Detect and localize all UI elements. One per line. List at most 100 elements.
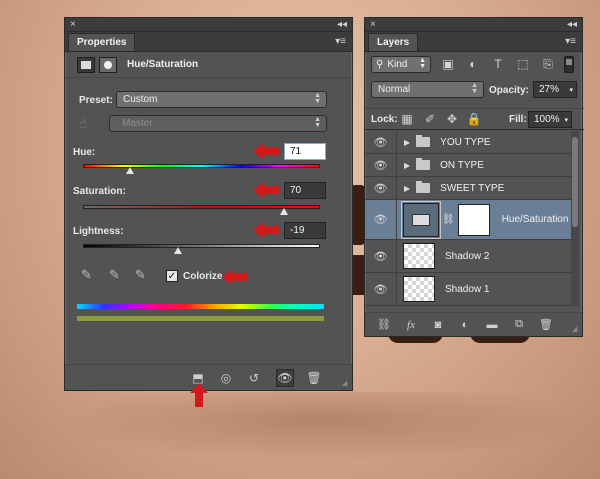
colorize-checkbox[interactable]: ✓ — [166, 270, 178, 282]
visibility-eye-icon[interactable]: 👁 — [276, 369, 294, 387]
tab-layers[interactable]: Layers — [368, 33, 419, 51]
select-arrows-icon: ▲ ▼ — [419, 56, 426, 70]
lightness-slider[interactable] — [83, 244, 320, 248]
add-mask-icon[interactable]: ◙ — [429, 317, 447, 333]
blend-mode-select[interactable]: Normal ▲ ▼ — [371, 81, 484, 98]
layers-scrollbar[interactable] — [571, 131, 579, 306]
annotation-arrow — [253, 222, 279, 238]
search-icon: ⚲ — [376, 58, 384, 70]
eyedropper-plus-icon[interactable]: ✎ — [109, 267, 125, 283]
visibility-eye-icon[interactable]: 👁 — [365, 154, 397, 176]
close-icon[interactable]: × — [70, 19, 76, 30]
pixel-filter-icon[interactable]: ▣ — [440, 56, 456, 72]
fill-value: 100% — [534, 114, 560, 125]
saturation-label: Saturation: — [73, 186, 126, 197]
layer-list: 👁 ▶ YOU TYPE 👁 ▶ ON TYPE 👁 ▶ SWEET TYPE … — [365, 131, 571, 306]
lightness-input[interactable]: -19 — [284, 222, 326, 239]
close-icon[interactable]: × — [370, 19, 376, 30]
trash-icon[interactable]: 🗑 — [537, 317, 555, 333]
visibility-eye-icon[interactable]: 👁 — [365, 273, 397, 305]
collapse-icon[interactable]: ◂◂ — [337, 19, 347, 30]
layer-mask-thumbnail[interactable] — [457, 203, 490, 236]
new-layer-icon[interactable]: ⧉ — [510, 317, 528, 333]
reset-icon[interactable]: ↺ — [245, 369, 263, 387]
hue-label: Hue: — [73, 147, 96, 158]
visibility-eye-icon[interactable]: 👁 — [365, 200, 397, 239]
preset-select[interactable]: Custom ▲ ▼ — [116, 91, 327, 108]
channel-select[interactable]: Master ▲ ▼ — [109, 115, 327, 132]
panel-titlebar: × ◂◂ — [65, 18, 352, 32]
lock-all-icon[interactable]: 🔒 — [467, 112, 482, 126]
expand-arrow-icon[interactable]: ▶ — [404, 161, 410, 170]
layer-row-group[interactable]: 👁 ▶ ON TYPE — [365, 154, 571, 177]
hue-slider-thumb[interactable] — [126, 167, 135, 174]
visibility-eye-icon[interactable]: 👁 — [365, 131, 397, 153]
layer-row-group[interactable]: 👁 ▶ SWEET TYPE — [365, 177, 571, 200]
saturation-input[interactable]: 70 — [284, 182, 326, 199]
link-chain-icon[interactable]: ⛓ — [442, 214, 455, 225]
layer-name: ON TYPE — [440, 159, 484, 171]
lock-image-icon[interactable]: ✐ — [423, 112, 437, 126]
kind-filter-select[interactable]: ⚲ Kind ▲ ▼ — [371, 55, 431, 73]
lock-transparent-icon[interactable]: ▦ — [400, 112, 414, 126]
result-color-bar — [77, 316, 324, 321]
shape-filter-icon[interactable]: ⬚ — [515, 56, 531, 72]
opacity-value: 27% — [539, 84, 560, 95]
new-group-icon[interactable]: ▬ — [483, 317, 501, 333]
layer-thumbnail[interactable] — [403, 276, 435, 302]
scrollbar-knob[interactable] — [572, 137, 578, 227]
adjustment-icon[interactable] — [77, 56, 95, 73]
layer-style-fx-icon[interactable]: fx — [402, 317, 420, 333]
chevron-down-icon[interactable]: ▾ — [564, 116, 568, 124]
hue-slider[interactable] — [83, 164, 320, 168]
layer-thumbnail[interactable] — [403, 243, 435, 269]
annotation-arrow — [222, 269, 248, 285]
fill-input[interactable]: 100% ▾ — [528, 111, 572, 128]
mask-icon[interactable] — [99, 56, 117, 73]
layer-row-group[interactable]: 👁 ▶ YOU TYPE — [365, 131, 571, 154]
opacity-label: Opacity: — [489, 85, 530, 96]
expand-arrow-icon[interactable]: ▶ — [404, 184, 410, 193]
adjustment-filter-icon[interactable]: ◐ — [465, 56, 481, 72]
channel-value: Master — [122, 118, 153, 129]
opacity-input[interactable]: 27% ▾ — [533, 81, 577, 98]
annotation-arrow-up — [190, 383, 208, 407]
smart-object-filter-icon[interactable]: ⎘ — [540, 56, 556, 72]
tab-properties[interactable]: Properties — [68, 33, 136, 51]
preset-label: Preset: — [79, 95, 113, 106]
preset-value: Custom — [123, 94, 158, 105]
lock-position-icon[interactable]: ✥ — [445, 112, 459, 126]
layer-name: Shadow 2 — [445, 250, 490, 262]
trash-icon[interactable]: 🗑 — [305, 369, 323, 387]
view-previous-state-icon[interactable]: ◎ — [217, 369, 235, 387]
expand-arrow-icon[interactable]: ▶ — [404, 138, 410, 147]
filter-toggle[interactable] — [564, 55, 574, 73]
lock-label: Lock: — [371, 114, 398, 125]
collapse-icon[interactable]: ◂◂ — [567, 19, 577, 30]
layer-row-pixel[interactable]: 👁 Shadow 1 — [365, 273, 571, 306]
folder-icon — [416, 181, 431, 193]
layer-row-adjustment[interactable]: 👁 ⛓ Hue/Saturation — [365, 200, 571, 240]
panel-menu-icon[interactable]: ▾≡ — [335, 36, 346, 47]
layer-name: YOU TYPE — [440, 136, 491, 148]
visibility-eye-icon[interactable]: 👁 — [365, 240, 397, 272]
eyedropper-icon[interactable]: ✎ — [81, 267, 97, 283]
adjustment-layer-thumbnail[interactable] — [401, 200, 441, 239]
new-adjustment-icon[interactable]: ◐ — [456, 317, 474, 333]
chevron-down-icon[interactable]: ▾ — [569, 86, 573, 94]
link-layers-icon[interactable]: ⛓ — [375, 317, 393, 333]
layer-row-pixel[interactable]: 👁 Shadow 2 — [365, 240, 571, 273]
type-filter-icon[interactable]: T — [490, 56, 506, 72]
lightness-slider-thumb[interactable] — [173, 247, 182, 254]
eyedropper-minus-icon[interactable]: ✎ — [135, 267, 151, 283]
resize-grip-icon[interactable]: ◢ — [572, 326, 580, 334]
resize-grip-icon[interactable]: ◢ — [342, 380, 350, 388]
properties-panel: × ◂◂ Properties ▾≡ Hue/Saturation Preset… — [64, 17, 353, 391]
saturation-slider-thumb[interactable] — [280, 208, 289, 215]
hue-input[interactable]: 71 — [284, 143, 326, 160]
hand-tool-icon[interactable]: ☝ — [79, 115, 88, 132]
visibility-eye-icon[interactable]: 👁 — [365, 177, 397, 199]
panel-menu-icon[interactable]: ▾≡ — [565, 36, 576, 47]
layers-footer: ⛓ fx ◙ ◐ ▬ ⧉ 🗑 ◢ — [365, 312, 582, 336]
colorize-label: Colorize — [183, 271, 223, 282]
